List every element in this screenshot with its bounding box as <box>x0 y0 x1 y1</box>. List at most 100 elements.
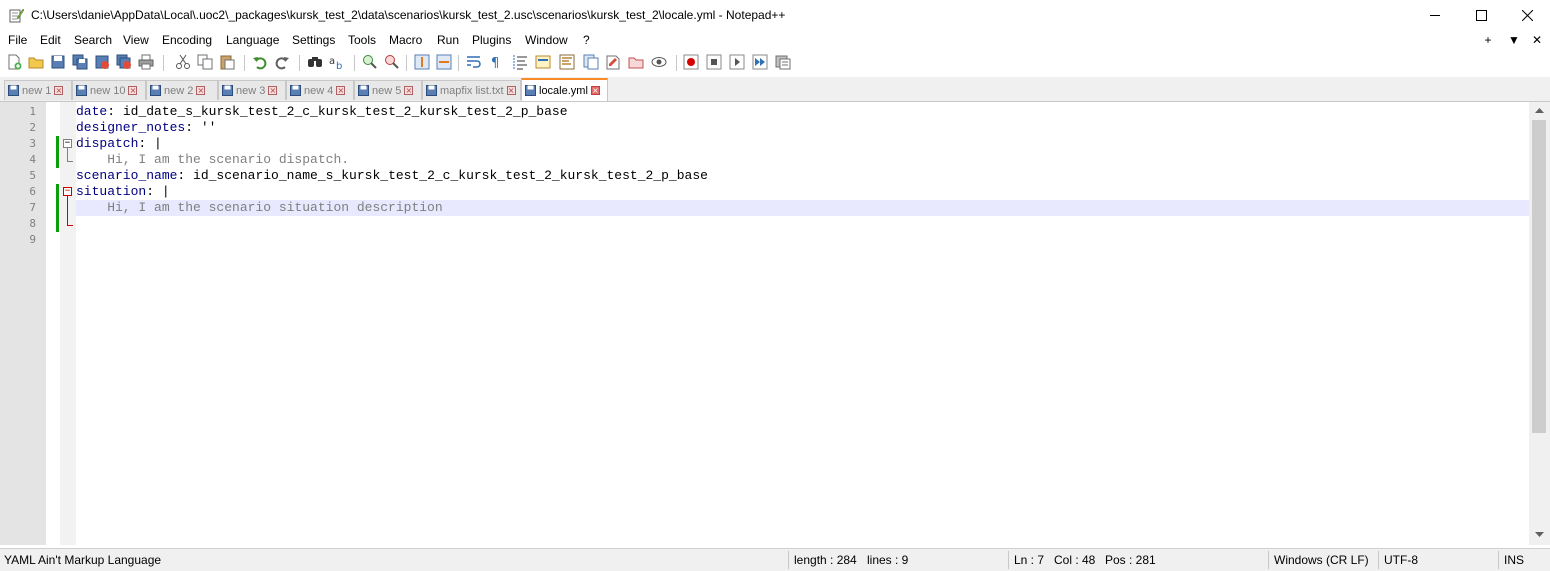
menu-search[interactable]: Search <box>74 33 112 47</box>
cut-icon[interactable] <box>175 54 191 70</box>
menu-macro[interactable]: Macro <box>389 33 422 47</box>
scroll-down-icon[interactable] <box>1535 532 1544 538</box>
toolbar-separator <box>458 55 459 71</box>
tab-list-dropdown-button[interactable]: ▼ <box>1507 33 1521 47</box>
status-insert-mode[interactable]: INS <box>1504 553 1524 567</box>
print-icon[interactable] <box>138 54 154 70</box>
close-document-button[interactable]: ✕ <box>1530 33 1544 47</box>
close-all-icon[interactable] <box>116 54 132 70</box>
tab-new-10[interactable]: new 10 × <box>72 80 146 100</box>
open-file-icon[interactable] <box>28 54 44 70</box>
new-file-icon[interactable] <box>6 54 22 70</box>
redo-icon[interactable] <box>274 54 290 70</box>
doc-map-icon[interactable] <box>559 54 575 70</box>
new-tab-plus-button[interactable]: + <box>1481 33 1495 47</box>
tab-close-icon[interactable]: × <box>590 86 600 95</box>
close-window-button[interactable] <box>1504 0 1550 31</box>
monitoring-icon[interactable] <box>651 54 667 70</box>
play-macro-icon[interactable] <box>729 54 745 70</box>
menu-file[interactable]: File <box>8 33 27 47</box>
indent-guide-icon[interactable] <box>512 54 528 70</box>
tab-new-3[interactable]: new 3 × <box>218 80 286 100</box>
scroll-up-icon[interactable] <box>1535 108 1544 114</box>
toolbar-separator <box>406 55 407 71</box>
yaml-separator: : <box>146 184 162 199</box>
replace-icon[interactable]: ab <box>329 54 345 72</box>
fold-end <box>67 161 73 162</box>
status-encoding: UTF-8 <box>1384 553 1418 567</box>
yaml-value: '' <box>200 120 217 135</box>
record-macro-icon[interactable] <box>683 54 699 70</box>
word-wrap-icon[interactable] <box>466 54 482 70</box>
tab-close-icon[interactable]: × <box>54 86 64 95</box>
yaml-value: id_scenario_name_s_kursk_test_2_c_kursk_… <box>193 168 708 183</box>
tab-close-icon[interactable]: × <box>196 86 206 95</box>
toolbar-separator <box>299 55 300 71</box>
save-icon[interactable] <box>50 54 66 70</box>
paste-icon[interactable] <box>219 54 235 70</box>
folder-as-workspace-icon[interactable] <box>628 54 644 70</box>
tab-close-icon[interactable]: × <box>404 86 414 95</box>
yaml-key: date <box>76 104 108 119</box>
line-number: 8 <box>29 217 36 230</box>
fold-toggle-situation[interactable]: − <box>63 187 72 196</box>
editor-area[interactable]: 1 2 3 4 5 6 7 8 9 − − date: id_date_s_ku… <box>0 102 1550 545</box>
menu-language[interactable]: Language <box>226 33 279 47</box>
status-separator <box>1498 551 1499 569</box>
tab-close-icon[interactable]: × <box>128 86 138 95</box>
svg-text:b: b <box>336 61 342 70</box>
maximize-button[interactable] <box>1458 0 1504 31</box>
function-list-icon[interactable] <box>583 54 599 70</box>
tab-locale-yml[interactable]: locale.yml × <box>521 78 608 101</box>
menu-run[interactable]: Run <box>437 33 459 47</box>
code-line: situation: | <box>76 184 1529 200</box>
tab-new-2[interactable]: new 2 × <box>146 80 218 100</box>
minimize-button[interactable] <box>1412 0 1458 31</box>
tab-new-1[interactable]: new 1 × <box>4 80 72 100</box>
menu-edit[interactable]: Edit <box>40 33 61 47</box>
tab-label: new 4 <box>304 84 334 97</box>
sync-vertical-icon[interactable] <box>414 54 430 70</box>
tab-new-5[interactable]: new 5 × <box>354 80 422 100</box>
tab-label: mapfix list.txt <box>440 84 504 97</box>
zoom-in-icon[interactable] <box>362 54 378 70</box>
scrollbar-thumb[interactable] <box>1532 120 1546 433</box>
tab-close-icon[interactable]: × <box>506 86 516 95</box>
menu-encoding[interactable]: Encoding <box>162 33 212 47</box>
fold-toggle-dispatch[interactable]: − <box>63 139 72 148</box>
vertical-scrollbar[interactable] <box>1529 102 1550 545</box>
run-macro-multiple-icon[interactable] <box>752 54 768 70</box>
status-separator <box>788 551 789 569</box>
line-number-gutter: 1 2 3 4 5 6 7 8 9 <box>0 102 46 545</box>
udl-icon[interactable] <box>535 54 551 70</box>
menu-window[interactable]: Window <box>525 33 568 47</box>
find-icon[interactable] <box>307 54 323 70</box>
zoom-out-icon[interactable] <box>384 54 400 70</box>
copy-icon[interactable] <box>197 54 213 70</box>
undo-icon[interactable] <box>252 54 268 70</box>
show-all-chars-icon[interactable]: ¶ <box>488 54 504 71</box>
code-line: designer_notes: '' <box>76 120 1529 136</box>
save-all-icon[interactable] <box>72 54 88 70</box>
sync-horizontal-icon[interactable] <box>436 54 452 70</box>
line-number: 5 <box>29 169 36 182</box>
menu-tools[interactable]: Tools <box>348 33 376 47</box>
tab-close-icon[interactable]: × <box>268 86 278 95</box>
menu-help[interactable]: ? <box>583 33 590 47</box>
line-number: 9 <box>29 233 36 246</box>
menu-plugins[interactable]: Plugins <box>472 33 511 47</box>
tab-mapfix-list[interactable]: mapfix list.txt × <box>422 80 521 100</box>
line-number: 2 <box>29 121 36 134</box>
save-macro-icon[interactable] <box>775 54 791 70</box>
maximize-icon <box>1475 10 1487 21</box>
folder-workspace-icon[interactable] <box>605 54 621 70</box>
code-line-current: Hi, I am the scenario situation descript… <box>76 200 1529 216</box>
menu-settings[interactable]: Settings <box>292 33 335 47</box>
tab-label: new 3 <box>236 84 266 97</box>
tab-close-icon[interactable]: × <box>336 86 346 95</box>
tab-new-4[interactable]: new 4 × <box>286 80 354 100</box>
close-icon[interactable] <box>94 54 110 70</box>
menu-view[interactable]: View <box>123 33 149 47</box>
stop-macro-icon[interactable] <box>706 54 722 70</box>
